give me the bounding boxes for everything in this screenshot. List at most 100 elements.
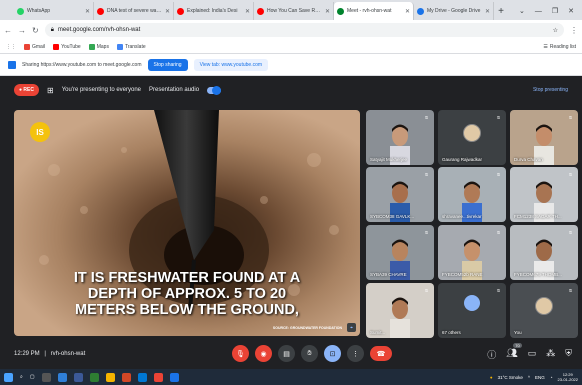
reading-list-label: Reading list (549, 43, 576, 50)
participant-tile[interactable]: ⦸ FYBCOM679 THOMB... (510, 225, 578, 280)
end-call-button[interactable]: ☎︎ (370, 346, 392, 361)
language-indicator[interactable]: ENG (535, 375, 545, 380)
bookmark-item[interactable]: Translate (116, 43, 146, 50)
widgets-icon[interactable] (41, 372, 51, 382)
apps-icon[interactable]: ⋮⋮ (6, 44, 16, 50)
participant-tile[interactable]: ⦸ SYBCOM38 GAVLK... (366, 167, 434, 222)
lock-icon[interactable]: 🔒︎ (51, 27, 54, 34)
rec-label: REC (23, 87, 34, 93)
browser-tab[interactable]: How You Can Save Rainwa✕ (254, 2, 334, 20)
tab-favicon-icon (257, 7, 264, 15)
taskbar-clock[interactable]: 12:29 23-01-2022 (558, 372, 578, 382)
participant-name: FYBCOM679 THOMB... (514, 272, 562, 277)
bookmark-label: Translate (124, 43, 146, 50)
participant-tile[interactable]: ⦸ Durva Chavan (510, 110, 578, 165)
bookmark-item[interactable]: Gmail (24, 43, 46, 50)
more-options-button[interactable]: ⋮ (347, 345, 364, 362)
participant-tile[interactable]: ⦸ SYBA39 CHAVRE (366, 225, 434, 280)
caption-line-3: METERS BELOW THE GROUND, (75, 302, 299, 318)
search-icon[interactable]: ⌕ (20, 374, 23, 380)
task-view-icon[interactable]: ▢ (30, 374, 35, 380)
url-input[interactable]: 🔒︎ meet.google.com/rvh-ohsn-wat ☆ (44, 23, 564, 37)
stop-presenting-button[interactable]: Stop presenting (533, 87, 568, 93)
camera-off-button[interactable]: ◉ (255, 345, 272, 362)
tab-title: DNA test of severe water (107, 8, 162, 14)
maximize-icon[interactable]: ❐ (552, 7, 558, 15)
star-icon[interactable]: ☆ (553, 27, 558, 34)
people-button[interactable]: 👥︎ 70 (506, 343, 522, 361)
clock-date: 23-01-2022 (557, 377, 578, 382)
mic-off-button[interactable]: 🎙︎ (232, 345, 249, 362)
participant-name: Satyajit Mukherjee (370, 157, 408, 162)
pin-icon[interactable]: ⌖ (347, 323, 356, 332)
present-icon: ⊞ (46, 85, 54, 95)
browser-tab[interactable]: Meet - rvh-ohsn-wat ✕ (334, 2, 414, 20)
present-now-icon: ⊡ (329, 350, 336, 358)
caption-line-2: DEPTH OF APPROX. 5 TO 20 (87, 286, 287, 302)
participant-tile[interactable]: ⦸ Sumit... (366, 283, 434, 338)
participant-tile[interactable]: ⦸ shravanee...tivrekar (438, 167, 506, 222)
people-icon: 👥︎ (506, 348, 518, 358)
source-credit: SOURCE: GROUNDWATER FOUNDATION (272, 326, 342, 330)
participant-tile[interactable]: ⦸ FYBCOM52b RANE (438, 225, 506, 280)
chrome-icon[interactable] (153, 372, 163, 382)
address-bar: ← → ↻ 🔒︎ meet.google.com/rvh-ohsn-wat ☆ … (0, 20, 582, 40)
browser-tab[interactable]: Explained: India's Desi ✕ (174, 2, 254, 20)
browser-tab[interactable]: DNA test of severe water ✕ (94, 2, 174, 20)
bookmark-label: Maps (96, 43, 109, 50)
extensions-icon[interactable]: ⋮ (570, 26, 578, 35)
participant-tile[interactable]: ⦸ You (510, 283, 578, 338)
chat-icon[interactable]: ▭ (528, 348, 537, 361)
participant-tile[interactable]: ⦸ Gaurang Rajwadkar (438, 110, 506, 165)
video-caption: IT IS FRESHWATER FOUND AT A DEPTH OF APP… (14, 270, 360, 318)
close-icon[interactable]: ✕ (325, 8, 330, 15)
bookmark-item[interactable]: Maps (88, 43, 109, 50)
captions-button[interactable]: ▤ (278, 345, 295, 362)
participant-tile[interactable]: ⦸ Satyajit Mukherjee (366, 110, 434, 165)
close-icon[interactable]: ✕ (85, 8, 90, 15)
camera-off-icon: ◉ (260, 350, 267, 358)
tab-title: Meet - rvh-ohsn-wat (347, 8, 392, 14)
tab-search-icon[interactable]: ⌄ (519, 7, 525, 15)
close-icon[interactable]: ✕ (485, 8, 490, 15)
forward-arrow-icon[interactable]: → (18, 26, 26, 35)
browser-tab[interactable]: WhatsApp ✕ (14, 2, 94, 20)
bookmark-item[interactable]: YouTube (53, 43, 81, 50)
folder-icon[interactable] (105, 372, 115, 382)
close-icon[interactable]: ✕ (165, 8, 170, 15)
participant-tile[interactable]: ⦸ FCM1238 SAGAR TH... (510, 167, 578, 222)
participant-tile[interactable]: ⦸ 67 others (438, 283, 506, 338)
back-arrow-icon[interactable]: ← (4, 26, 12, 35)
presentation-audio-toggle[interactable] (207, 85, 222, 95)
view-tab-button[interactable]: View tab: www.youtube.com (193, 58, 269, 71)
presentation-video: IS IT IS FRESHWATER FOUND AT A DEPTH OF … (14, 110, 360, 336)
stop-sharing-button[interactable]: Stop sharing (147, 58, 188, 71)
windows-start-icon[interactable] (4, 372, 13, 382)
close-icon[interactable]: ✕ (405, 8, 410, 15)
participant-name: 67 others (442, 330, 461, 335)
wifi-icon[interactable]: ◔ (550, 375, 553, 380)
file-explorer-icon[interactable] (57, 372, 67, 382)
mail-icon[interactable] (169, 372, 179, 382)
bookmark-label: Gmail (32, 43, 46, 50)
raise-hand-button[interactable]: ✋︎ (301, 345, 318, 362)
close-icon[interactable]: ✕ (245, 8, 250, 15)
close-window-icon[interactable]: ✕ (568, 7, 574, 15)
info-icon[interactable]: ⓘ (487, 348, 496, 361)
reload-icon[interactable]: ↻ (32, 26, 39, 35)
host-controls-icon[interactable]: ⛨ (565, 348, 572, 361)
powerpoint-icon[interactable] (121, 372, 131, 382)
reading-list-button[interactable]: ☰ Reading list (543, 44, 576, 50)
word-icon[interactable] (73, 372, 83, 382)
browser-tab[interactable]: My Drive - Google Drive ✕ (414, 2, 494, 20)
system-tray: ● 31°C Smoke ^ ENG ◔ 12:29 23-01-2022 (490, 372, 578, 382)
excel-icon[interactable] (89, 372, 99, 382)
activities-icon[interactable]: ⁂ (546, 348, 555, 361)
mic-muted-icon: ⦸ (568, 171, 573, 178)
present-button[interactable]: ⊡ (324, 345, 341, 362)
mic-muted-icon: ⦸ (568, 114, 573, 121)
minimize-icon[interactable]: — (535, 8, 542, 15)
new-tab-button[interactable]: + (494, 2, 508, 20)
tray-chevron-icon[interactable]: ^ (528, 375, 530, 380)
edge-icon[interactable] (137, 372, 147, 382)
